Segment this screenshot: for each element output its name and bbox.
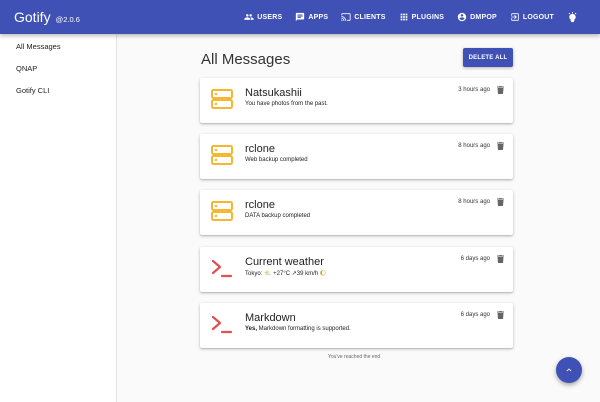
devices-icon <box>341 13 351 21</box>
message-card: Markdown Yes, Markdown formatting is sup… <box>200 303 513 348</box>
logout-button[interactable]: LOGOUT <box>510 12 554 22</box>
sidebar-item-qnap[interactable]: QNAP <box>0 57 116 79</box>
apps-button[interactable]: APPS <box>295 12 328 22</box>
message-time: 6 days ago <box>460 312 490 318</box>
message-card: Natsukashii You have photos from the pas… <box>200 78 513 123</box>
sidebar-item-all-messages[interactable]: All Messages <box>0 35 116 57</box>
weather-details: +27°C ↗39 km/h <box>271 271 320 277</box>
users-button[interactable]: USERS <box>244 12 282 22</box>
lightbulb-icon <box>568 11 577 22</box>
message-body: Tokyo: ⛅ +27°C ↗39 km/h 🌔 <box>245 270 326 277</box>
trash-icon[interactable] <box>497 142 504 150</box>
app-bar: Gotify @2.0.6 USERS APPS CLIENTS PLUGINS… <box>0 0 600 34</box>
sidebar-item-label: All Messages <box>16 41 61 51</box>
user-label: DMPOP <box>470 13 497 21</box>
message-time: 8 hours ago <box>458 143 490 149</box>
trash-icon[interactable] <box>497 198 504 206</box>
message-card: Current weather Tokyo: ⛅ +27°C ↗39 km/h … <box>200 247 513 292</box>
plugins-label: PLUGINS <box>411 13 445 21</box>
users-label: USERS <box>257 13 283 21</box>
sidebar: All Messages QNAP Gotify CLI <box>0 34 117 402</box>
moon-icon: 🌔 <box>319 271 327 277</box>
users-icon <box>244 14 254 20</box>
apps-label: APPS <box>308 13 329 21</box>
message-text: Markdown formatting is supported. <box>257 326 351 332</box>
server-icon <box>211 145 233 165</box>
message-body: You have photos from the past. <box>245 101 328 107</box>
message-title: Markdown <box>245 312 296 324</box>
terminal-icon <box>211 259 233 278</box>
end-of-list-note: You've reached the end <box>328 354 381 360</box>
sidebar-item-label: Gotify CLI <box>16 85 50 95</box>
delete-all-button[interactable]: DELETE ALL <box>463 48 513 67</box>
message-time: 3 hours ago <box>458 87 490 93</box>
chat-icon <box>296 12 305 22</box>
terminal-icon <box>211 315 233 334</box>
server-icon <box>211 201 233 221</box>
server-icon <box>211 89 233 109</box>
plugins-button[interactable]: PLUGINS <box>399 12 445 22</box>
chevron-up-icon <box>566 368 572 372</box>
message-card: rclone DATA backup completed 8 hours ago <box>200 190 513 235</box>
weather-cloud-icon: ⛅ <box>264 271 272 277</box>
trash-icon[interactable] <box>497 86 504 94</box>
trash-icon[interactable] <box>497 311 504 319</box>
logout-label: LOGOUT <box>522 13 554 21</box>
message-time: 6 days ago <box>460 256 490 262</box>
app-version: @2.0.6 <box>55 15 80 24</box>
clients-button[interactable]: CLIENTS <box>341 12 385 22</box>
top-nav: USERS APPS CLIENTS PLUGINS DMPOP LOGOUT <box>244 0 600 34</box>
message-title: Natsukashii <box>245 87 302 99</box>
sidebar-item-label: QNAP <box>16 63 38 73</box>
message-body: Web backup completed <box>245 157 308 163</box>
app-name: Gotify <box>14 9 51 25</box>
brand[interactable]: Gotify @2.0.6 <box>14 9 80 25</box>
scroll-to-top-button[interactable] <box>556 357 582 383</box>
message-time: 8 hours ago <box>458 199 490 205</box>
message-title: rclone <box>245 143 275 155</box>
message-body: Yes, Markdown formatting is supported. <box>245 326 351 332</box>
logout-icon <box>511 13 519 21</box>
trash-icon[interactable] <box>497 255 504 263</box>
user-account-button[interactable]: DMPOP <box>457 12 497 22</box>
message-bold-text: Yes, <box>245 326 258 332</box>
grid-icon <box>400 13 407 21</box>
weather-prefix: Tokyo: <box>245 271 265 277</box>
message-title: rclone <box>245 199 275 211</box>
message-title: Current weather <box>245 256 324 268</box>
sidebar-item-gotify-cli[interactable]: Gotify CLI <box>0 79 116 101</box>
message-card: rclone Web backup completed 8 hours ago <box>200 134 513 179</box>
page-title: All Messages <box>201 51 291 68</box>
account-circle-icon <box>458 12 467 22</box>
clients-label: CLIENTS <box>354 13 386 21</box>
message-body: DATA backup completed <box>245 213 311 219</box>
theme-toggle-button[interactable] <box>567 11 578 23</box>
